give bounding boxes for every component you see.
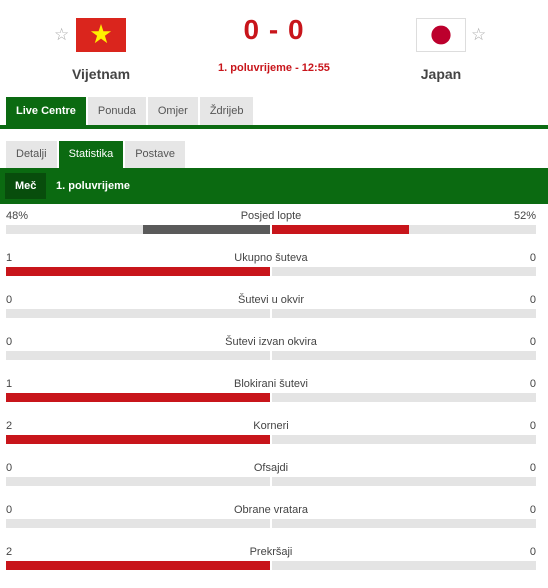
stat-row: 0 Šutevi izvan okvira 0 — [6, 335, 536, 365]
stat-name: Ukupno šuteva — [234, 252, 308, 264]
home-bar-track — [6, 393, 270, 402]
stat-comparison-bar — [6, 435, 536, 444]
stat-row: 0 Ofsajdi 0 — [6, 461, 536, 491]
stat-name: Šutevi izvan okvira — [225, 336, 317, 348]
away-bar-track — [272, 225, 536, 234]
period-selector: Meč 1. poluvrijeme — [0, 168, 548, 204]
stat-name: Prekršaji — [249, 546, 293, 558]
stat-row: 0 Šutevi u okvir 0 — [6, 293, 536, 323]
stat-comparison-bar — [6, 477, 536, 486]
away-bar-track — [272, 351, 536, 360]
home-bar-track — [6, 477, 270, 486]
stat-name: Obrane vratara — [234, 504, 308, 516]
away-bar-track — [272, 435, 536, 444]
stat-comparison-bar — [6, 351, 536, 360]
tab-postave[interactable]: Postave — [125, 141, 185, 168]
away-bar-fill — [272, 225, 409, 234]
stat-row: 0 Obrane vratara 0 — [6, 503, 536, 533]
stat-name: Blokirani šutevi — [234, 378, 308, 390]
stat-name: Posjed lopte — [240, 210, 302, 222]
main-tabs: Live Centre Ponuda Omjer Ždrijeb — [6, 97, 255, 125]
tab-detalji[interactable]: Detalji — [6, 141, 57, 168]
stat-name: Šutevi u okvir — [237, 294, 305, 306]
away-bar-track — [272, 519, 536, 528]
tabs-divider — [0, 125, 548, 129]
stat-away-value: 0 — [529, 504, 536, 516]
sub-tabs: Detalji Statistika Postave — [6, 141, 187, 168]
away-bar-track — [272, 267, 536, 276]
stat-comparison-bar — [6, 225, 536, 234]
away-bar-track — [272, 309, 536, 318]
stat-row: 1 Ukupno šuteva 0 — [6, 251, 536, 281]
home-bar-fill — [6, 393, 270, 402]
home-bar-track — [6, 267, 270, 276]
home-bar-track — [6, 309, 270, 318]
stat-away-value: 0 — [529, 252, 536, 264]
away-team-name[interactable]: Japan — [386, 66, 496, 82]
home-bar-track — [6, 435, 270, 444]
tab-omjer[interactable]: Omjer — [147, 97, 198, 125]
home-bar-fill — [6, 435, 270, 444]
stat-away-value: 0 — [529, 378, 536, 390]
stat-row: 2 Prekršaji 0 — [6, 545, 536, 575]
away-bar-track — [272, 561, 536, 570]
stat-comparison-bar — [6, 561, 536, 570]
stat-away-value: 0 — [529, 294, 536, 306]
home-bar-track — [6, 351, 270, 360]
stat-name: Korneri — [253, 420, 289, 432]
favorite-star-icon-away[interactable]: ☆ — [471, 26, 486, 43]
tab-ponuda[interactable]: Ponuda — [87, 97, 146, 125]
match-header: ☆ Vijetnam 0 - 0 1. poluvrijeme - 12:55 … — [0, 0, 548, 96]
period-tab-match[interactable]: Meč — [5, 173, 47, 199]
stat-away-value: 52% — [513, 210, 536, 222]
tab-live-centre[interactable]: Live Centre — [6, 97, 86, 125]
home-bar-fill — [6, 561, 270, 570]
tab-statistika[interactable]: Statistika — [58, 141, 124, 168]
stat-row: 2 Korneri 0 — [6, 419, 536, 449]
away-bar-track — [272, 393, 536, 402]
home-bar-fill — [143, 225, 270, 234]
stat-comparison-bar — [6, 393, 536, 402]
tab-zdrijeb[interactable]: Ždrijeb — [199, 97, 254, 125]
period-tab-first-half[interactable]: 1. poluvrijeme — [46, 173, 140, 199]
home-bar-track — [6, 561, 270, 570]
home-bar-track — [6, 519, 270, 528]
japan-flag-icon — [416, 18, 466, 52]
stat-comparison-bar — [6, 267, 536, 276]
stat-row: 1 Blokirani šutevi 0 — [6, 377, 536, 407]
stat-comparison-bar — [6, 519, 536, 528]
home-bar-track — [6, 225, 270, 234]
stat-away-value: 0 — [529, 336, 536, 348]
stat-away-value: 0 — [529, 420, 536, 432]
stat-away-value: 0 — [529, 546, 536, 558]
stat-comparison-bar — [6, 309, 536, 318]
home-bar-fill — [6, 267, 270, 276]
stat-row: 48% Posjed lopte 52% — [6, 209, 536, 239]
away-bar-track — [272, 477, 536, 486]
stat-name: Ofsajdi — [253, 462, 289, 474]
stat-away-value: 0 — [529, 462, 536, 474]
